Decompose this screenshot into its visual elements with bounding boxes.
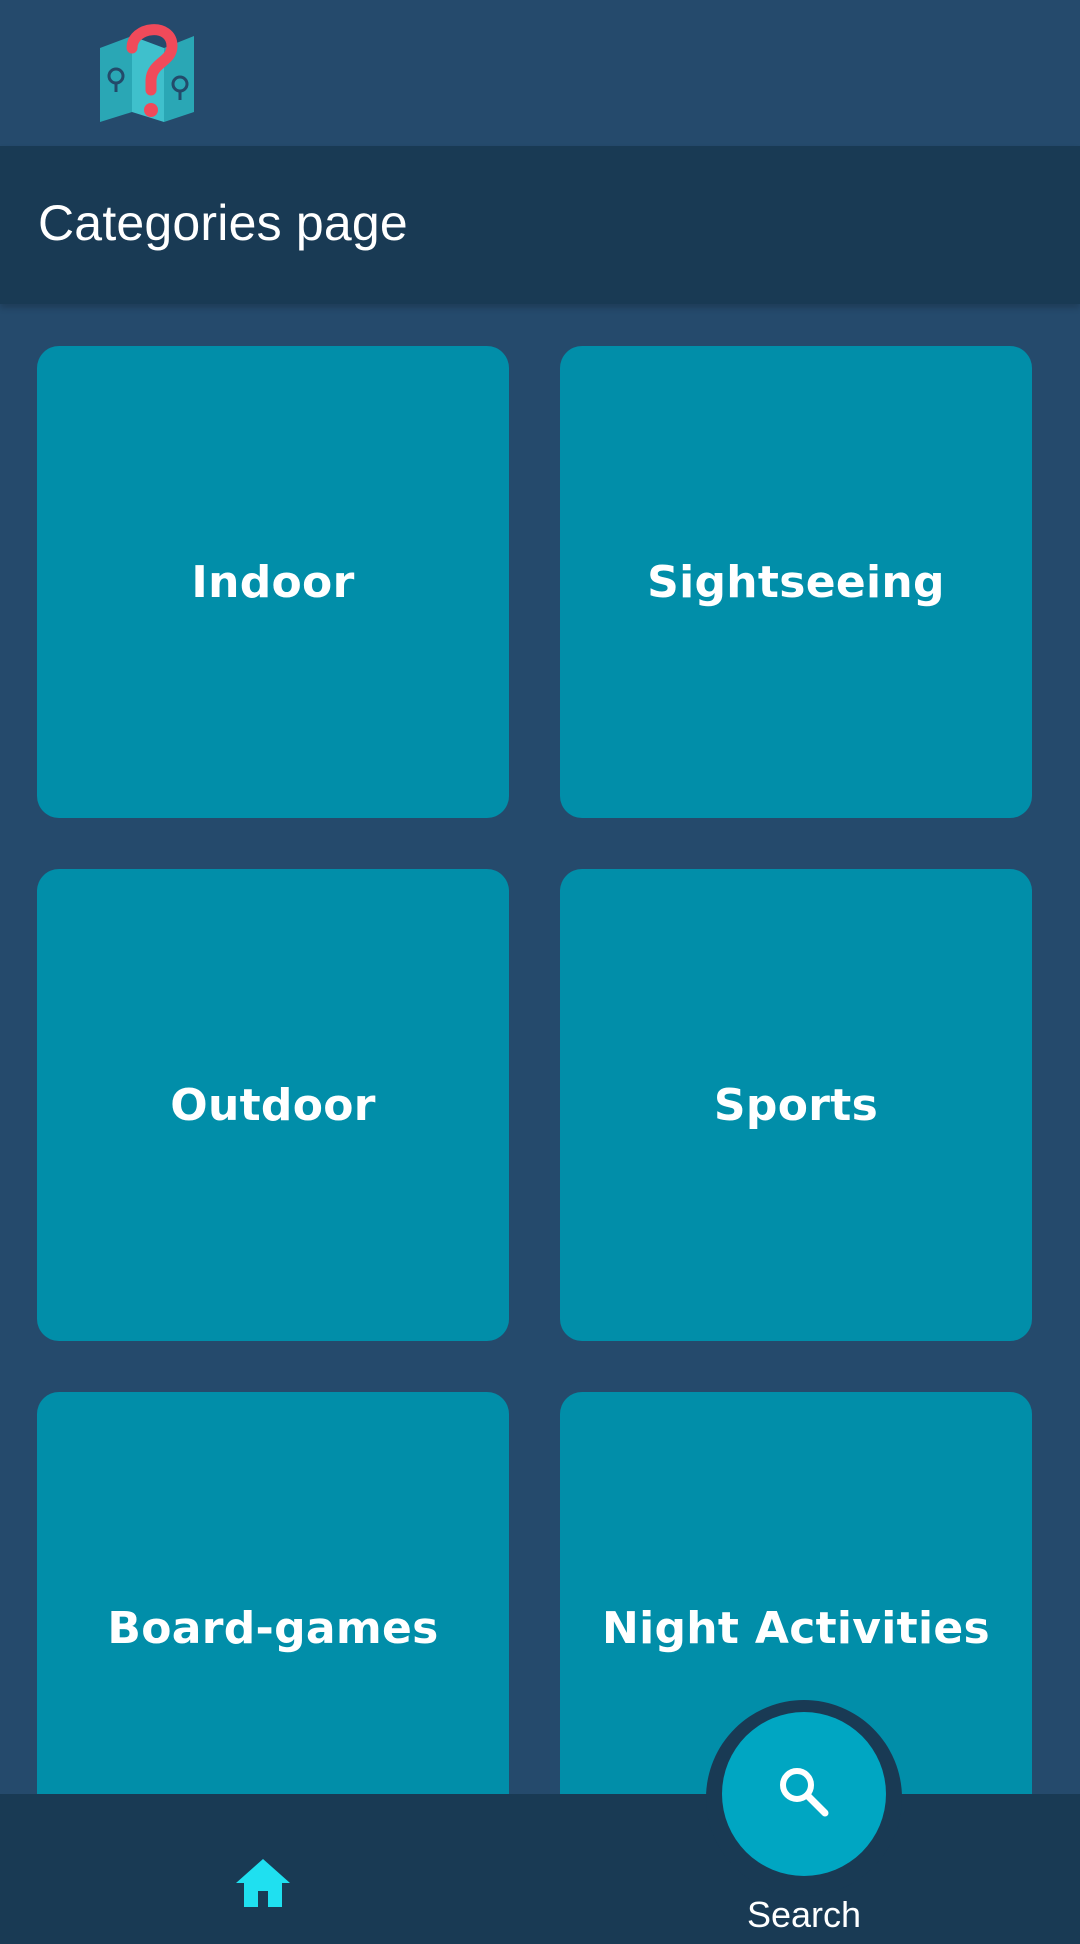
categories-grid: Indoor Sightseeing Outdoor Sports Board-…	[37, 346, 1032, 1864]
category-label: Night Activities	[601, 1602, 991, 1654]
top-app-bar	[0, 0, 1080, 146]
map-question-logo-icon	[96, 18, 200, 122]
category-card-sightseeing[interactable]: Sightseeing	[560, 346, 1032, 818]
category-card-indoor[interactable]: Indoor	[37, 346, 509, 818]
category-label: Outdoor	[170, 1079, 376, 1131]
category-label: Board-games	[107, 1602, 439, 1654]
category-label: Sightseeing	[647, 556, 945, 608]
app-screen: Categories page Indoor Sightseeing Outdo…	[0, 0, 1080, 1944]
category-card-outdoor[interactable]: Outdoor	[37, 869, 509, 1341]
search-button[interactable]	[722, 1712, 886, 1876]
category-label: Indoor	[191, 556, 355, 608]
search-icon	[775, 1763, 833, 1826]
home-icon	[234, 1857, 292, 1914]
home-nav-button[interactable]	[228, 1850, 298, 1920]
title-bar: Categories page	[0, 146, 1080, 304]
category-card-sports[interactable]: Sports	[560, 869, 1032, 1341]
bottom-navigation-bar	[0, 1794, 1080, 1944]
search-label: Search	[746, 1894, 862, 1935]
category-label: Sports	[713, 1079, 879, 1131]
page-title: Categories page	[38, 195, 408, 251]
